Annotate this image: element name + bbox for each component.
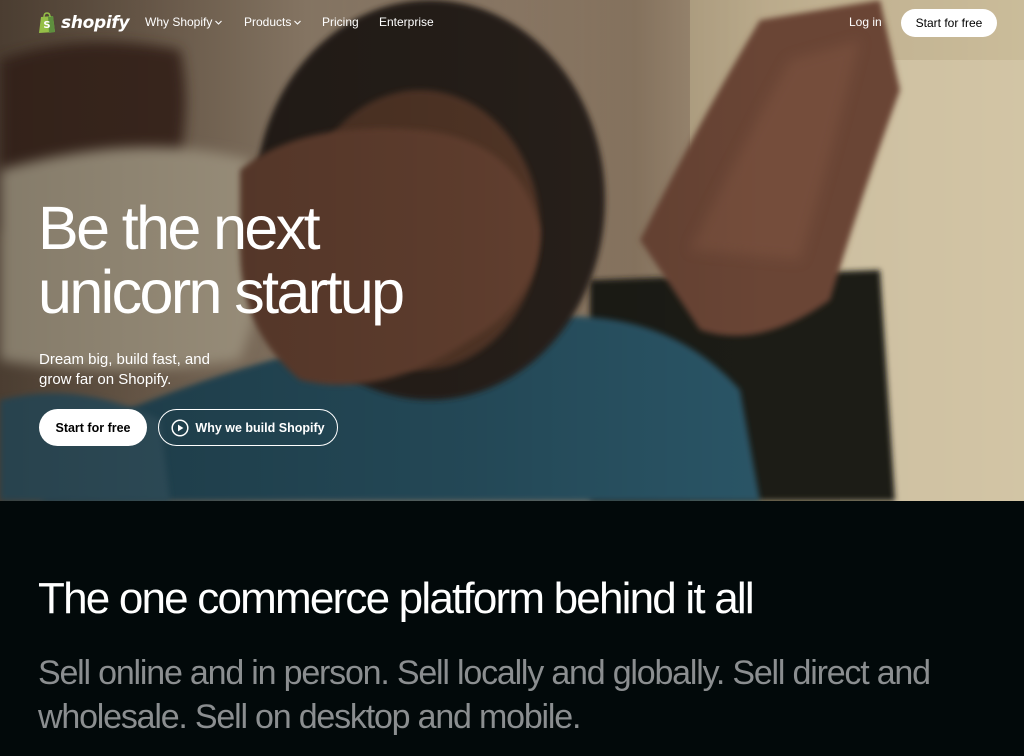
play-circle-icon bbox=[171, 418, 189, 437]
why-we-build-label: Why we build Shopify bbox=[195, 420, 325, 435]
shopify-logo[interactable]: S shopify bbox=[38, 11, 130, 35]
chevron-down-icon bbox=[294, 20, 302, 25]
hero-section: S shopify Why Shopify Products Pricing E… bbox=[0, 0, 1024, 501]
logo-wordmark: shopify bbox=[61, 13, 130, 33]
login-link[interactable]: Log in bbox=[849, 15, 882, 29]
why-we-build-button[interactable]: Why we build Shopify bbox=[158, 409, 338, 446]
platform-heading: The one commerce platform behind it all bbox=[38, 574, 755, 623]
top-navigation: S shopify Why Shopify Products Pricing E… bbox=[0, 0, 1024, 46]
platform-subtitle: Sell online and in person. Sell locally … bbox=[38, 651, 998, 739]
nav-item-pricing[interactable]: Pricing bbox=[322, 15, 359, 29]
nav-item-label: Pricing bbox=[322, 15, 359, 29]
nav-item-label: Products bbox=[244, 15, 292, 29]
hero-start-free-button[interactable]: Start for free bbox=[39, 409, 147, 446]
nav-item-why-shopify[interactable]: Why Shopify bbox=[145, 15, 223, 29]
platform-subtitle-line-1: Sell online and in person. Sell locally … bbox=[38, 654, 931, 692]
platform-subtitle-line-2: wholesale. Sell on desktop and mobile. bbox=[38, 698, 581, 736]
platform-section: The one commerce platform behind it all … bbox=[0, 501, 1024, 756]
shopify-bag-icon: S bbox=[39, 12, 55, 33]
hero-heading-line-1: Be the next bbox=[38, 194, 321, 262]
nav-start-free-button[interactable]: Start for free bbox=[901, 9, 997, 37]
nav-item-label: Why Shopify bbox=[145, 15, 213, 29]
chevron-down-icon bbox=[215, 20, 223, 25]
hero-subtitle-line-1: Dream big, build fast, and bbox=[39, 351, 210, 368]
hero-heading: Be the next unicorn startup bbox=[38, 196, 558, 324]
hero-subtitle-line-2: grow far on Shopify. bbox=[39, 371, 172, 388]
hero-heading-line-2: unicorn startup bbox=[38, 258, 405, 326]
hero-subtitle: Dream big, build fast, and grow far on S… bbox=[39, 350, 239, 390]
nav-item-enterprise[interactable]: Enterprise bbox=[379, 15, 434, 29]
shopify-home-page: S shopify Why Shopify Products Pricing E… bbox=[0, 0, 1024, 756]
nav-item-products[interactable]: Products bbox=[244, 15, 302, 29]
svg-text:S: S bbox=[43, 20, 50, 31]
nav-item-label: Enterprise bbox=[379, 15, 434, 29]
